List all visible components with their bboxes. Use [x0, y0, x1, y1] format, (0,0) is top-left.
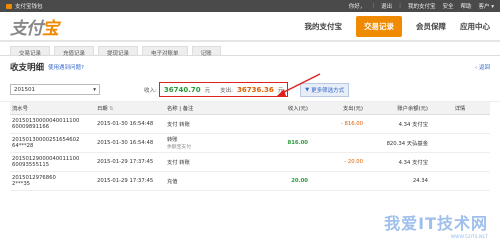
greeting: 你好，: [348, 4, 366, 10]
tab-transactions[interactable]: 交易记录: [10, 46, 51, 57]
main-nav: 我的支付宝 交易记录 会员保障 应用中心: [305, 15, 490, 37]
nav-transactions[interactable]: 交易记录: [356, 15, 402, 37]
watermark-url: WWW.52ITS.NET: [450, 235, 488, 240]
detail-link[interactable]: [430, 171, 490, 191]
nav-member[interactable]: 会员保障: [416, 21, 446, 32]
page-title-row: 收支明细 使用遇到问题? ‹ 返回: [0, 56, 500, 78]
table-row[interactable]: 20150130000040011100 60009891166 2015-01-…: [10, 114, 490, 134]
chevron-down-icon: ▼: [305, 86, 310, 93]
table-header-row: 流水号 日期 ⇅ 名称 | 备注 收入(元) 支出(元) 账户余额(元) 详情: [10, 102, 490, 114]
table-row[interactable]: 2015012976860 2***35 2015-01-29 17:37:45 …: [10, 171, 490, 191]
customer-menu[interactable]: 客户 ▾: [478, 2, 494, 10]
back-link[interactable]: ‹ 返回: [475, 63, 490, 71]
income-total: 36740.70: [163, 85, 201, 94]
chevron-down-icon: ▾: [93, 86, 96, 93]
col-income: 收入(元): [287, 105, 308, 112]
security-link[interactable]: 安全: [442, 2, 453, 10]
col-expense: 支出(元): [342, 105, 363, 112]
sub-nav: 交易记录 充值记录 提现记录 电子对账单 记账: [0, 42, 500, 57]
tab-bookkeeping[interactable]: 记账: [191, 46, 221, 57]
tab-recharge[interactable]: 充值记录: [54, 46, 95, 57]
tab-statement[interactable]: 电子对账单: [142, 46, 188, 57]
expense-total: 36736.36: [237, 85, 274, 94]
help-question-link[interactable]: 使用遇到问题?: [48, 63, 84, 71]
help-link[interactable]: 帮助: [460, 2, 471, 10]
watermark: 我爱IT技术网: [384, 214, 488, 233]
sort-icon: ⇅: [109, 105, 114, 112]
table-row[interactable]: 20150129000040011100 60093555115 2015-01-…: [10, 152, 490, 172]
col-detail: 详情: [454, 105, 466, 112]
expense-label: 支出:: [220, 87, 233, 94]
tab-withdraw[interactable]: 提现记录: [98, 46, 139, 57]
income-label: 收入:: [144, 87, 157, 94]
logout-link[interactable]: 退出: [381, 2, 392, 10]
col-name: 名称 | 备注: [167, 105, 194, 112]
col-date[interactable]: 日期 ⇅: [95, 102, 165, 114]
detail-link[interactable]: [430, 133, 490, 153]
col-serial: 流水号: [12, 105, 28, 112]
topbar-title[interactable]: 支付宝钱包: [15, 2, 43, 10]
transactions-table: 流水号 日期 ⇅ 名称 | 备注 收入(元) 支出(元) 账户余额(元) 详情 …: [10, 102, 490, 191]
top-bar: 支付宝钱包 你好， | 退出 | 我的支付宝 安全 帮助 客户 ▾: [0, 0, 500, 12]
filter-bar: 201501 ▾ 收入: 36740.70 元 支出: 36736.36 元 ▼…: [0, 78, 500, 102]
main-header: 支付宝 我的支付宝 交易记录 会员保障 应用中心: [0, 12, 500, 42]
detail-link[interactable]: [430, 152, 490, 172]
more-filters-button[interactable]: ▼ 更多筛选方式: [300, 82, 350, 97]
detail-link[interactable]: [430, 114, 490, 134]
wallet-icon: [6, 3, 12, 9]
alipay-logo[interactable]: 支付宝: [10, 14, 59, 39]
my-alipay-link[interactable]: 我的支付宝: [408, 2, 436, 10]
page-title: 收支明细: [10, 63, 45, 73]
table-row[interactable]: 20150130000251654602 64***28 2015-01-30 1…: [10, 133, 490, 153]
col-balance: 账户余额(元): [397, 105, 428, 112]
nav-apps[interactable]: 应用中心: [460, 21, 490, 32]
period-select[interactable]: 201501 ▾: [10, 84, 100, 95]
summary-highlight-box: 36740.70 元 支出: 36736.36 元: [158, 82, 289, 97]
nav-my-alipay[interactable]: 我的支付宝: [305, 21, 343, 32]
